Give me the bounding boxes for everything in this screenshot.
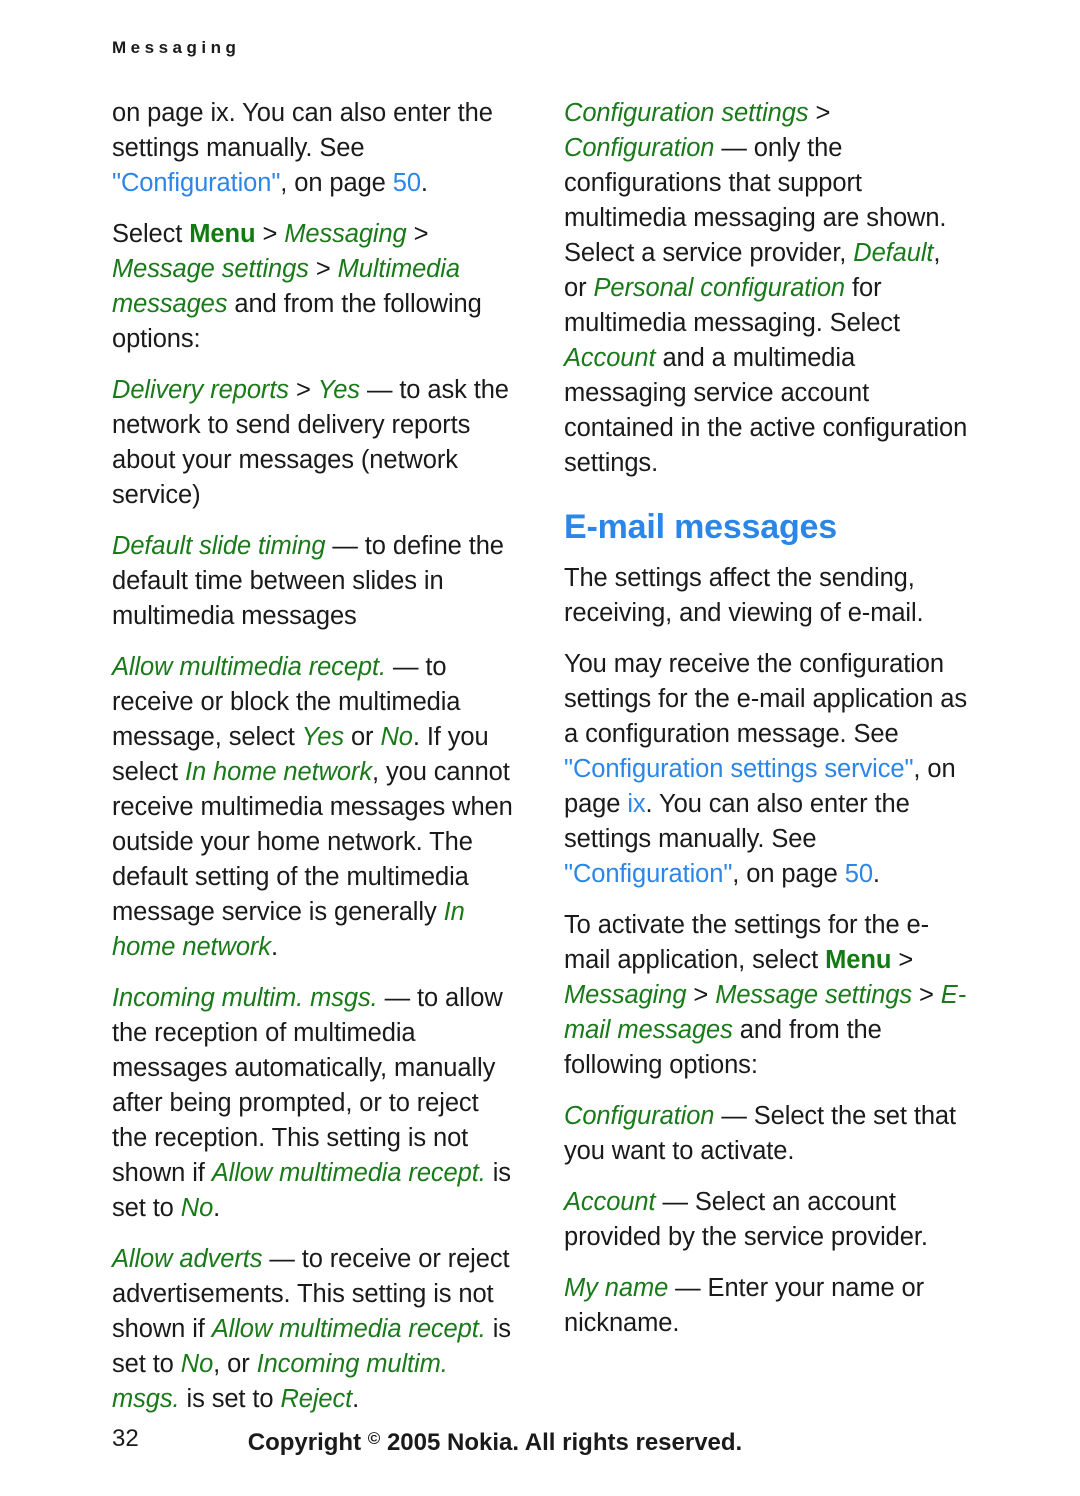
ui-term: My name <box>564 1274 669 1302</box>
ui-term: Configuration <box>564 1102 715 1130</box>
paragraph-p-config-ref: on page ix. You can also enter the setti… <box>112 96 516 201</box>
body-text: , on page <box>732 860 845 888</box>
two-column-body: on page ix. You can also enter the setti… <box>112 96 968 1413</box>
body-text: > <box>308 255 338 283</box>
body-text: Select <box>112 220 190 248</box>
body-text: . <box>213 1194 221 1222</box>
ui-term: Account <box>564 1188 656 1216</box>
body-text: . <box>270 933 278 961</box>
body-text: . <box>352 1385 360 1413</box>
paragraph-p-allow-multimedia-recept: Allow multimedia recept. — to receive or… <box>112 650 516 965</box>
paragraph-p-email-configuration: Configuration — Select the set that you … <box>564 1099 968 1169</box>
body-text: > <box>288 376 318 404</box>
paragraph-p-delivery-reports: Delivery reports > Yes — to ask the netw… <box>112 373 516 513</box>
paragraph-p-incoming-multim-msgs: Incoming multim. msgs. — to allow the re… <box>112 981 516 1226</box>
paragraph-p-select-menu-path: Select Menu > Messaging > Message settin… <box>112 217 516 357</box>
cross-reference-link[interactable]: "Configuration settings service" <box>564 755 914 783</box>
ui-term: Messaging <box>284 220 407 248</box>
body-text: or <box>343 723 381 751</box>
body-text: > <box>808 99 831 127</box>
paragraph-p-allow-adverts: Allow adverts — to receive or reject adv… <box>112 1242 516 1417</box>
body-text: > <box>406 220 429 248</box>
ui-term-bold: Menu <box>189 220 256 248</box>
body-text: You may receive the configuration settin… <box>564 650 967 748</box>
ui-term: No <box>180 1350 214 1378</box>
ui-term: Yes <box>317 376 360 404</box>
body-text: The settings affect the sending, receivi… <box>564 564 924 627</box>
cross-reference-link[interactable]: 50 <box>845 860 873 888</box>
ui-term: Default <box>853 239 934 267</box>
ui-term: Allow multimedia recept. <box>211 1159 486 1187</box>
copyright-suffix: 2005 Nokia. All rights reserved. <box>380 1429 743 1456</box>
page-footer: 32 Copyright © 2005 Nokia. All rights re… <box>112 1424 968 1458</box>
paragraph-p-configuration-settings: Configuration settings > Configuration —… <box>564 96 968 481</box>
copyright-symbol-icon: © <box>367 1429 381 1448</box>
ui-term: Personal configuration <box>593 274 846 302</box>
ui-term: Messaging <box>564 981 687 1009</box>
ui-term: Allow adverts <box>112 1245 263 1273</box>
paragraph-p-default-slide-timing: Default slide timing — to define the def… <box>112 529 516 634</box>
ui-term: Default slide timing <box>112 532 326 560</box>
paragraph-p-email-my-name: My name — Enter your name or nickname. <box>564 1271 968 1341</box>
ui-term: Configuration <box>564 134 715 162</box>
section-heading-email-messages: E-mail messages <box>564 508 837 546</box>
body-text: , on page <box>280 169 393 197</box>
body-text: > <box>255 220 285 248</box>
ui-term: Configuration settings <box>564 99 809 127</box>
ui-term: Yes <box>301 723 344 751</box>
body-text: > <box>686 981 716 1009</box>
body-text: — to allow the reception of multimedia m… <box>112 984 503 1187</box>
cross-reference-link[interactable]: 50 <box>393 169 421 197</box>
footer-copyright: Copyright © 2005 Nokia. All rights reser… <box>112 1424 968 1458</box>
body-text: . <box>420 169 428 197</box>
ui-term: Reject <box>280 1385 353 1413</box>
body-text: . <box>872 860 880 888</box>
body-text: > <box>891 946 914 974</box>
cross-reference-link[interactable]: ix <box>627 790 645 818</box>
ui-term: In home network <box>185 758 373 786</box>
right-column: Configuration settings > Configuration —… <box>564 96 968 1366</box>
ui-term: Account <box>564 344 656 372</box>
body-text: > <box>912 981 941 1009</box>
paragraph-p-email-config-message: You may receive the configuration settin… <box>564 647 968 892</box>
ui-term: Allow multimedia recept. <box>112 653 386 681</box>
ui-term: Message settings <box>112 255 309 283</box>
paragraph-p-email-activate-path: To activate the settings for the e-mail … <box>564 908 968 1083</box>
ui-term-bold: Menu <box>825 946 892 974</box>
copyright-prefix: Copyright <box>247 1429 368 1456</box>
document-page: Messaging on page ix. You can also enter… <box>0 0 1080 1496</box>
ui-term: Allow multimedia recept. <box>211 1315 486 1343</box>
cross-reference-link[interactable]: "Configuration" <box>564 860 732 888</box>
body-text: on page ix. You can also enter the setti… <box>112 99 493 162</box>
running-header: Messaging <box>112 38 241 57</box>
paragraph-p-email-account: Account — Select an account provided by … <box>564 1185 968 1255</box>
ui-term: Message settings <box>715 981 913 1009</box>
ui-term: Delivery reports <box>112 376 289 404</box>
ui-term: No <box>180 1194 214 1222</box>
body-text: is set to <box>179 1385 281 1413</box>
ui-term: Incoming multim. msgs. <box>112 984 378 1012</box>
left-column: on page ix. You can also enter the setti… <box>112 96 516 1413</box>
cross-reference-link[interactable]: "Configuration" <box>112 169 280 197</box>
body-text: , or <box>213 1350 257 1378</box>
ui-term: No <box>380 723 413 751</box>
paragraph-p-email-intro: The settings affect the sending, receivi… <box>564 561 968 631</box>
